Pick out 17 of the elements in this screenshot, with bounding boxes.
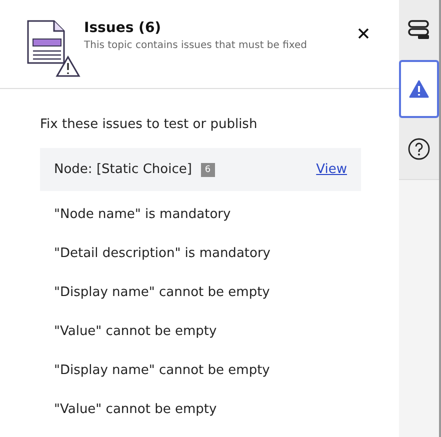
issue-text: "Value" cannot be empty bbox=[53, 323, 218, 341]
issue-text: "Value" cannot be empty bbox=[53, 401, 218, 419]
intro-text: Fix these issues to test or publish bbox=[40, 117, 258, 132]
issue-text: "Node name" is mandatory bbox=[53, 206, 232, 224]
issue-text: "Display name" cannot be empty bbox=[53, 284, 271, 302]
issue-text: "Detail description" is mandatory bbox=[53, 245, 272, 263]
help-icon bbox=[408, 138, 430, 160]
issue-text: "Display name" cannot be empty bbox=[53, 362, 271, 380]
panel-subtitle: This topic contains issues that must be fixed bbox=[84, 40, 308, 51]
count-badge: 6 bbox=[200, 162, 215, 176]
close-button[interactable] bbox=[358, 28, 369, 39]
warning-tab[interactable] bbox=[399, 60, 439, 118]
group-label: Node: [Static Choice] bbox=[54, 162, 192, 177]
panel-title: Issues (6) bbox=[84, 19, 162, 38]
view-link[interactable]: View bbox=[316, 162, 347, 177]
layers-icon bbox=[408, 20, 430, 40]
warning-icon bbox=[409, 80, 429, 98]
